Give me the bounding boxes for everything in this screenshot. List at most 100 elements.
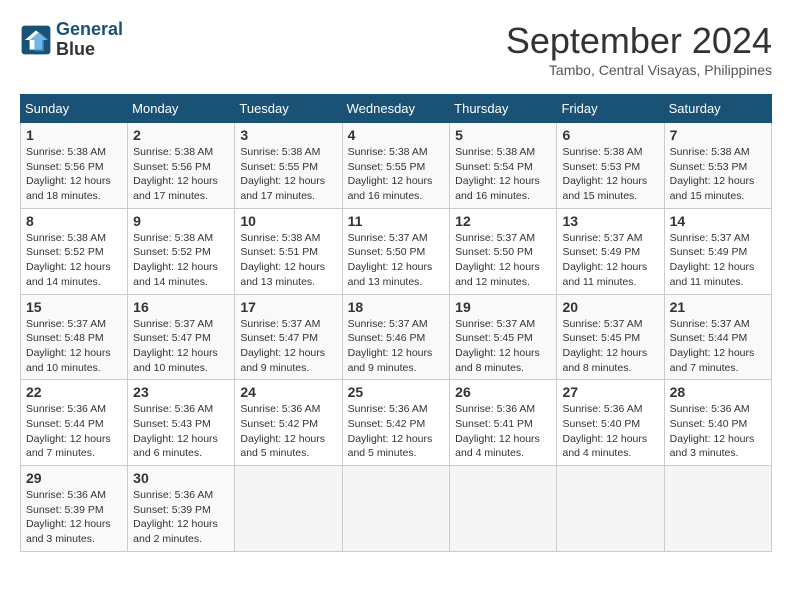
day-number: 17 xyxy=(240,299,336,315)
calendar-cell xyxy=(235,466,342,552)
calendar-cell xyxy=(664,466,771,552)
day-number: 14 xyxy=(670,213,766,229)
day-number: 19 xyxy=(455,299,551,315)
day-detail: Sunrise: 5:36 AMSunset: 5:40 PMDaylight:… xyxy=(562,402,658,461)
calendar-cell: 21Sunrise: 5:37 AMSunset: 5:44 PMDayligh… xyxy=(664,294,771,380)
col-friday: Friday xyxy=(557,95,664,123)
day-detail: Sunrise: 5:37 AMSunset: 5:45 PMDaylight:… xyxy=(562,317,658,376)
calendar-cell: 13Sunrise: 5:37 AMSunset: 5:49 PMDayligh… xyxy=(557,208,664,294)
day-detail: Sunrise: 5:38 AMSunset: 5:51 PMDaylight:… xyxy=(240,231,336,290)
day-number: 22 xyxy=(26,384,122,400)
calendar-week-row: 15 Sunrise: 5:37 AMSunset: 5:48 PMDayligh… xyxy=(21,294,772,380)
col-thursday: Thursday xyxy=(450,95,557,123)
day-number: 10 xyxy=(240,213,336,229)
calendar-cell: 18Sunrise: 5:37 AMSunset: 5:46 PMDayligh… xyxy=(342,294,450,380)
day-detail: Sunrise: 5:37 AMSunset: 5:47 PMDaylight:… xyxy=(240,317,336,376)
day-detail: Sunrise: 5:38 AMSunset: 5:54 PMDaylight:… xyxy=(455,145,551,204)
day-detail: Sunrise: 5:36 AMSunset: 5:42 PMDaylight:… xyxy=(240,402,336,461)
day-detail: Sunrise: 5:38 AMSunset: 5:53 PMDaylight:… xyxy=(670,145,766,204)
day-number: 29 xyxy=(26,470,122,486)
day-number: 3 xyxy=(240,127,336,143)
calendar-cell: 23 Sunrise: 5:36 AMSunset: 5:43 PMDayligh… xyxy=(128,380,235,466)
calendar-week-row: 29 Sunrise: 5:36 AMSunset: 5:39 PMDayligh… xyxy=(21,466,772,552)
calendar-cell: 10 Sunrise: 5:38 AMSunset: 5:51 PMDayligh… xyxy=(235,208,342,294)
col-monday: Monday xyxy=(128,95,235,123)
day-detail: Sunrise: 5:38 AMSunset: 5:52 PMDaylight:… xyxy=(133,231,229,290)
day-detail: Sunrise: 5:36 AMSunset: 5:42 PMDaylight:… xyxy=(348,402,445,461)
day-number: 20 xyxy=(562,299,658,315)
day-number: 4 xyxy=(348,127,445,143)
day-number: 9 xyxy=(133,213,229,229)
month-title: September 2024 xyxy=(506,20,772,62)
day-number: 30 xyxy=(133,470,229,486)
day-number: 1 xyxy=(26,127,122,143)
col-sunday: Sunday xyxy=(21,95,128,123)
day-number: 8 xyxy=(26,213,122,229)
calendar-cell: 7 Sunrise: 5:38 AMSunset: 5:53 PMDaylight… xyxy=(664,123,771,209)
day-number: 28 xyxy=(670,384,766,400)
logo-line2: Blue xyxy=(56,40,123,60)
day-number: 12 xyxy=(455,213,551,229)
day-detail: Sunrise: 5:36 AMSunset: 5:39 PMDaylight:… xyxy=(26,488,122,547)
calendar-cell xyxy=(557,466,664,552)
logo-line1: General xyxy=(56,19,123,39)
day-detail: Sunrise: 5:36 AMSunset: 5:39 PMDaylight:… xyxy=(133,488,229,547)
calendar-week-row: 22 Sunrise: 5:36 AMSunset: 5:44 PMDayligh… xyxy=(21,380,772,466)
page-header: General Blue September 2024 Tambo, Centr… xyxy=(20,20,772,78)
day-detail: Sunrise: 5:37 AMSunset: 5:50 PMDaylight:… xyxy=(348,231,445,290)
day-detail: Sunrise: 5:38 AMSunset: 5:56 PMDaylight:… xyxy=(26,145,122,204)
day-number: 21 xyxy=(670,299,766,315)
day-number: 2 xyxy=(133,127,229,143)
day-number: 6 xyxy=(562,127,658,143)
day-number: 27 xyxy=(562,384,658,400)
title-block: September 2024 Tambo, Central Visayas, P… xyxy=(506,20,772,78)
day-detail: Sunrise: 5:38 AMSunset: 5:53 PMDaylight:… xyxy=(562,145,658,204)
calendar-week-row: 1 Sunrise: 5:38 AMSunset: 5:56 PMDaylight… xyxy=(21,123,772,209)
calendar-cell: 29 Sunrise: 5:36 AMSunset: 5:39 PMDayligh… xyxy=(21,466,128,552)
day-number: 26 xyxy=(455,384,551,400)
calendar-cell: 17 Sunrise: 5:37 AMSunset: 5:47 PMDayligh… xyxy=(235,294,342,380)
logo-text: General Blue xyxy=(56,20,123,60)
calendar-cell: 24 Sunrise: 5:36 AMSunset: 5:42 PMDayligh… xyxy=(235,380,342,466)
day-detail: Sunrise: 5:37 AMSunset: 5:48 PMDaylight:… xyxy=(26,317,122,376)
day-number: 25 xyxy=(348,384,445,400)
calendar-cell: 9 Sunrise: 5:38 AMSunset: 5:52 PMDaylight… xyxy=(128,208,235,294)
day-number: 23 xyxy=(133,384,229,400)
day-detail: Sunrise: 5:38 AMSunset: 5:56 PMDaylight:… xyxy=(133,145,229,204)
calendar-cell: 25 Sunrise: 5:36 AMSunset: 5:42 PMDayligh… xyxy=(342,380,450,466)
day-detail: Sunrise: 5:37 AMSunset: 5:47 PMDaylight:… xyxy=(133,317,229,376)
day-detail: Sunrise: 5:37 AMSunset: 5:46 PMDaylight:… xyxy=(348,317,445,376)
calendar-cell: 15 Sunrise: 5:37 AMSunset: 5:48 PMDayligh… xyxy=(21,294,128,380)
col-saturday: Saturday xyxy=(664,95,771,123)
col-tuesday: Tuesday xyxy=(235,95,342,123)
calendar-cell: 19 Sunrise: 5:37 AMSunset: 5:45 PMDayligh… xyxy=(450,294,557,380)
calendar-cell xyxy=(450,466,557,552)
col-wednesday: Wednesday xyxy=(342,95,450,123)
day-detail: Sunrise: 5:37 AMSunset: 5:49 PMDaylight:… xyxy=(670,231,766,290)
day-detail: Sunrise: 5:37 AMSunset: 5:50 PMDaylight:… xyxy=(455,231,551,290)
day-number: 7 xyxy=(670,127,766,143)
day-number: 15 xyxy=(26,299,122,315)
day-detail: Sunrise: 5:37 AMSunset: 5:45 PMDaylight:… xyxy=(455,317,551,376)
calendar-cell: 6 Sunrise: 5:38 AMSunset: 5:53 PMDaylight… xyxy=(557,123,664,209)
calendar-cell: 14 Sunrise: 5:37 AMSunset: 5:49 PMDayligh… xyxy=(664,208,771,294)
calendar-cell: 27 Sunrise: 5:36 AMSunset: 5:40 PMDayligh… xyxy=(557,380,664,466)
day-number: 5 xyxy=(455,127,551,143)
calendar: Sunday Monday Tuesday Wednesday Thursday… xyxy=(20,94,772,552)
calendar-cell: 22 Sunrise: 5:36 AMSunset: 5:44 PMDayligh… xyxy=(21,380,128,466)
calendar-cell: 28 Sunrise: 5:36 AMSunset: 5:40 PMDayligh… xyxy=(664,380,771,466)
day-number: 24 xyxy=(240,384,336,400)
day-number: 13 xyxy=(562,213,658,229)
day-detail: Sunrise: 5:36 AMSunset: 5:40 PMDaylight:… xyxy=(670,402,766,461)
day-detail: Sunrise: 5:38 AMSunset: 5:55 PMDaylight:… xyxy=(240,145,336,204)
day-number: 16 xyxy=(133,299,229,315)
calendar-cell: 8Sunrise: 5:38 AMSunset: 5:52 PMDaylight… xyxy=(21,208,128,294)
calendar-week-row: 8 Sunrise: 5:38 AMSunset: 5:52 PMDaylight… xyxy=(21,208,772,294)
calendar-cell: 5 Sunrise: 5:38 AMSunset: 5:54 PMDaylight… xyxy=(450,123,557,209)
location: Tambo, Central Visayas, Philippines xyxy=(506,62,772,78)
calendar-cell: 30 Sunrise: 5:36 AMSunset: 5:39 PMDayligh… xyxy=(128,466,235,552)
day-detail: Sunrise: 5:36 AMSunset: 5:43 PMDaylight:… xyxy=(133,402,229,461)
day-detail: Sunrise: 5:36 AMSunset: 5:44 PMDaylight:… xyxy=(26,402,122,461)
calendar-cell: 26Sunrise: 5:36 AMSunset: 5:41 PMDayligh… xyxy=(450,380,557,466)
calendar-cell xyxy=(342,466,450,552)
